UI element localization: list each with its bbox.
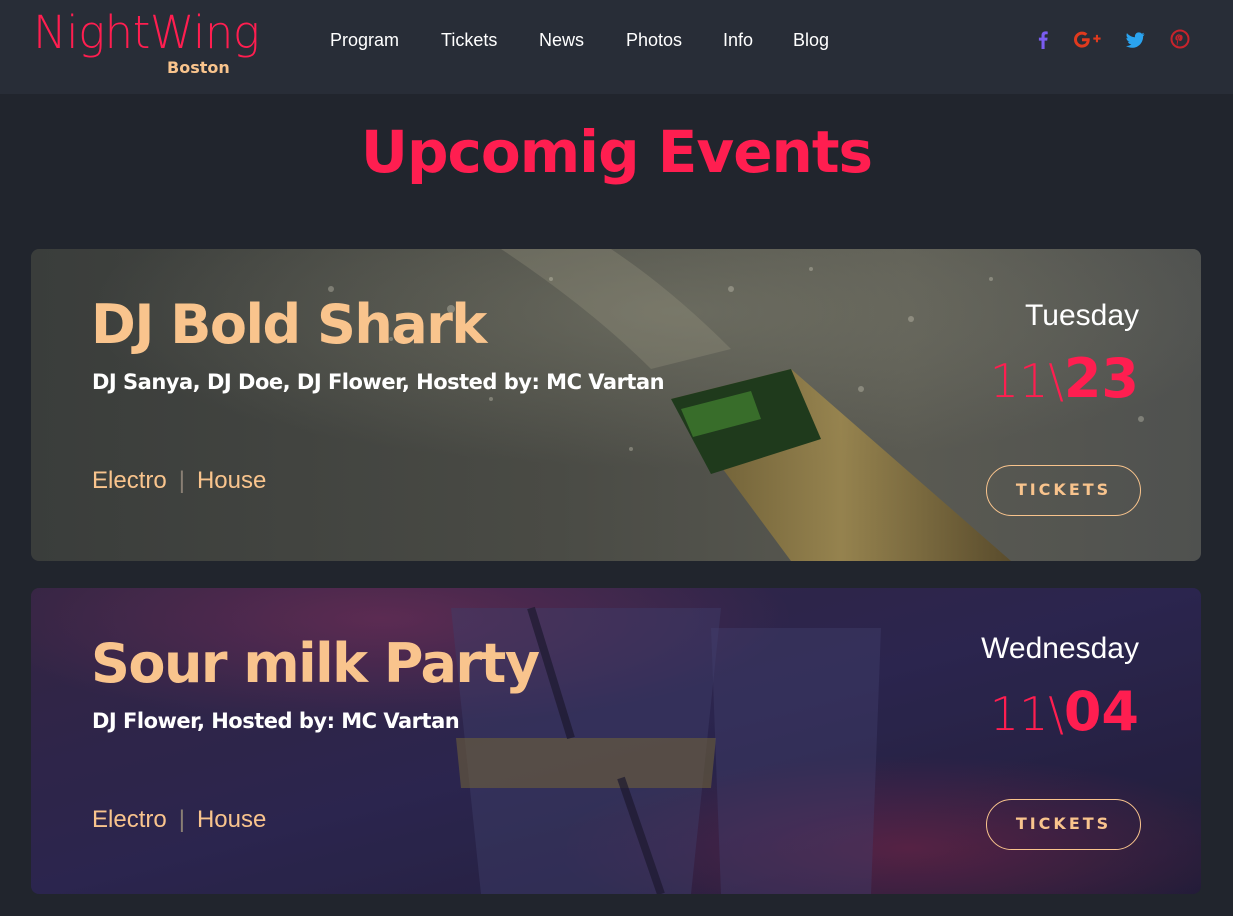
event-title: Sour milk Party [91,632,540,695]
event-genres: Electro | House [92,467,266,495]
logo-city: Boston [167,58,230,77]
genre-separator: | [178,806,185,833]
site-logo[interactable]: NightWing Boston [33,6,273,82]
date-separator: \ [1048,687,1064,741]
event-date: 11\23 [990,347,1139,410]
page-title: Upcomig Events [360,118,873,186]
nav-item-photos[interactable]: Photos [626,30,682,51]
genre-separator: | [178,467,185,494]
event-lineup: DJ Sanya, DJ Doe, DJ Flower, Hosted by: … [92,370,665,394]
event-month: 11 [989,687,1049,741]
event-day: 04 [1063,680,1139,743]
pinterest-icon[interactable] [1166,26,1194,54]
event-month: 11 [989,354,1049,408]
event-card: Sour milk Party DJ Flower, Hosted by: MC… [31,588,1201,894]
nav-item-news[interactable]: News [539,30,584,51]
google-plus-icon[interactable] [1071,26,1105,54]
event-card: DJ Bold Shark DJ Sanya, DJ Doe, DJ Flowe… [31,249,1201,561]
event-title: DJ Bold Shark [91,293,487,356]
nav-item-info[interactable]: Info [723,30,753,51]
event-weekday: Wednesday [981,632,1139,665]
genre-tag[interactable]: House [197,806,266,833]
event-date: 11\04 [990,680,1139,743]
genre-tag[interactable]: Electro [92,806,167,833]
event-day: 23 [1063,347,1139,410]
tickets-button[interactable]: TICKETS [986,465,1141,516]
nav-item-tickets[interactable]: Tickets [441,30,497,51]
date-separator: \ [1048,354,1064,408]
nav-item-blog[interactable]: Blog [793,30,829,51]
site-header: NightWing Boston Program Tickets News Ph… [0,0,1233,94]
twitter-icon[interactable] [1121,26,1149,54]
genre-tag[interactable]: Electro [92,467,167,494]
event-lineup: DJ Flower, Hosted by: MC Vartan [92,709,460,733]
event-weekday: Tuesday [1025,299,1139,332]
tickets-button[interactable]: TICKETS [986,799,1141,850]
event-genres: Electro | House [92,806,266,834]
facebook-icon[interactable] [1029,26,1057,54]
logo-wordmark: NightWing [33,6,260,59]
nav-item-program[interactable]: Program [330,30,399,51]
genre-tag[interactable]: House [197,467,266,494]
